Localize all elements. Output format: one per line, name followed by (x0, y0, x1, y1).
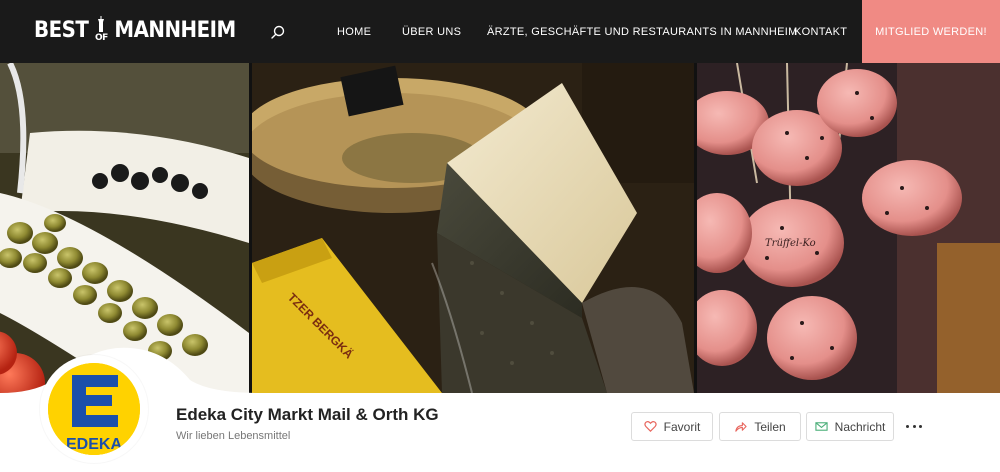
cover-photo-sausages[interactable]: Trüffel-Ko (697, 63, 1000, 393)
more-dot (906, 424, 909, 428)
business-avatar[interactable]: EDEKA (40, 355, 148, 463)
logo-of-block: OF (91, 16, 111, 46)
nav-item-home[interactable]: Home (337, 26, 371, 38)
edeka-logo: EDEKA (48, 363, 140, 455)
nav-item-aerzte-geschaefte-restaurants[interactable]: Ärzte, Geschäfte und Restaurants in Mann… (487, 26, 798, 38)
favorit-label: Favorit (663, 419, 701, 434)
more-dot (919, 424, 922, 428)
nachricht-label: Nachricht (834, 419, 886, 434)
more-dot (912, 424, 916, 428)
heart-icon (643, 420, 657, 432)
teilen-label: Teilen (754, 419, 786, 434)
water-tower-icon (98, 16, 105, 32)
top-navigation-bar: BEST OF MANNHEIM Home Über uns Ärzte, Ge… (0, 0, 1000, 63)
more-dots-icon[interactable] (906, 418, 922, 434)
logo-word-mannheim: MANNHEIM (114, 18, 236, 43)
logo-word-of: OF (94, 33, 108, 43)
nav-item-kontakt[interactable]: Kontakt (794, 26, 847, 38)
nachricht-button[interactable]: Nachricht (806, 412, 894, 441)
edeka-logo-text: EDEKA (66, 436, 122, 453)
search-icon[interactable] (270, 24, 286, 40)
logo-word-best: BEST (34, 18, 89, 43)
teilen-button[interactable]: Teilen (719, 412, 801, 441)
mitglied-werden-button[interactable]: Mitglied werden! (862, 0, 1000, 63)
site-logo[interactable]: BEST OF MANNHEIM (34, 16, 236, 46)
sausage-label-text: Trüffel-Ko (765, 238, 816, 249)
cover-photo-cheese[interactable]: TZER BERGKÄ (252, 63, 694, 393)
nav-item-ueber-uns[interactable]: Über uns (402, 26, 461, 38)
share-arrow-icon (735, 422, 747, 432)
favorit-button[interactable]: Favorit (631, 412, 713, 441)
business-name: Edeka City Markt Mail & Orth KG (176, 405, 439, 424)
business-tagline: Wir lieben Lebensmittel (176, 430, 291, 442)
envelope-icon (815, 422, 828, 431)
